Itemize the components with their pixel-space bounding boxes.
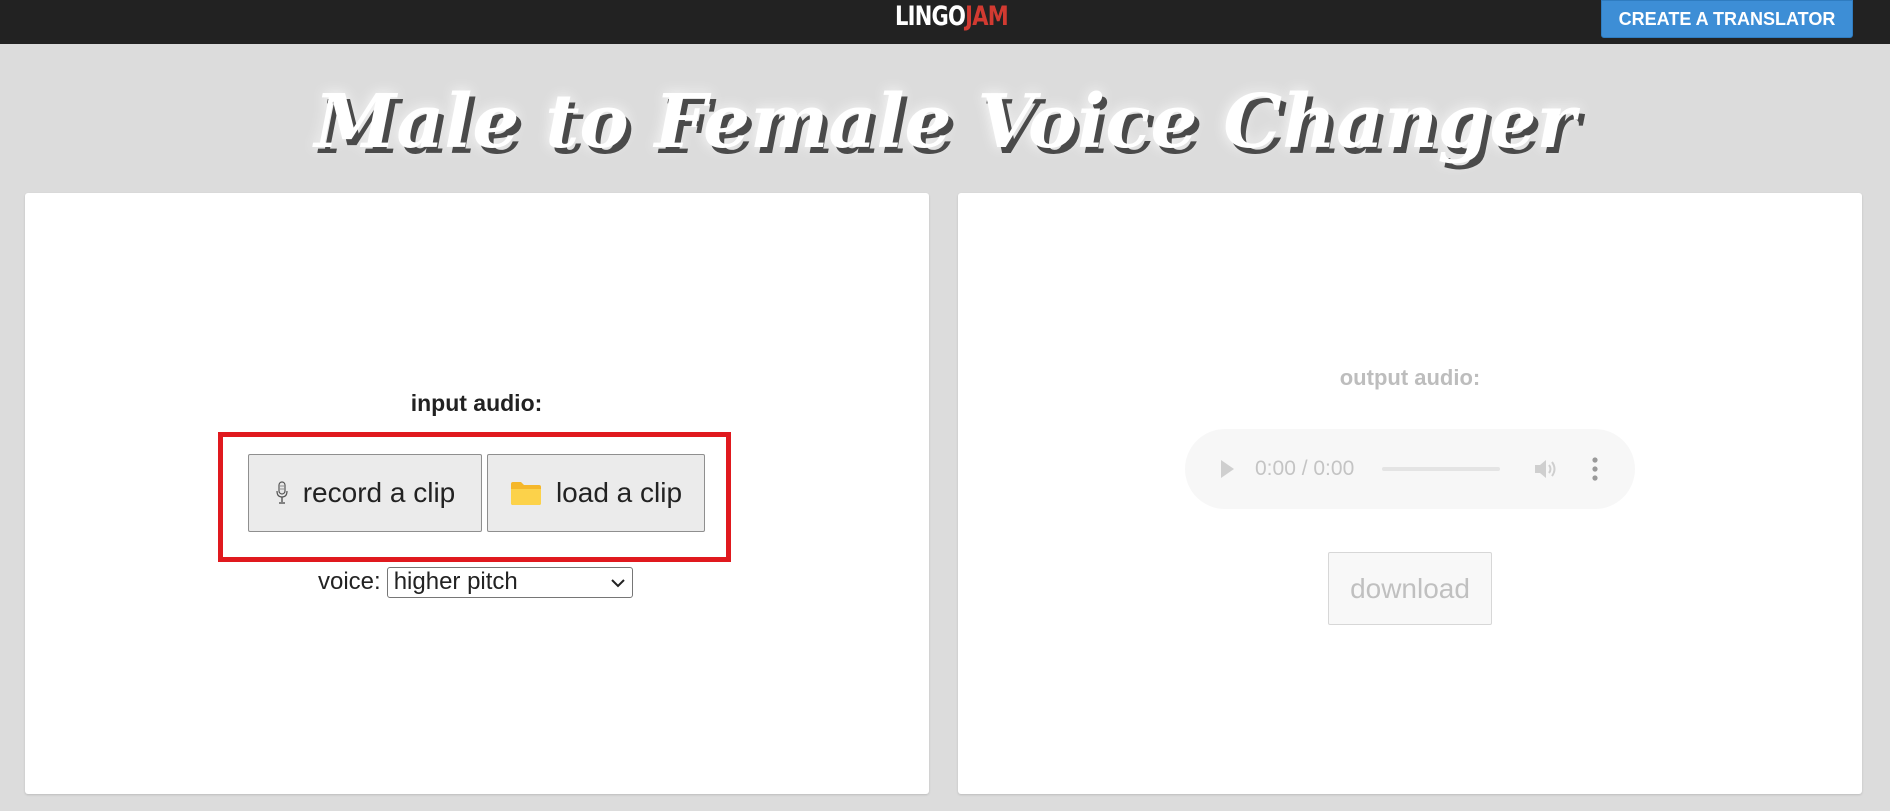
- record-clip-button[interactable]: record a clip: [248, 454, 482, 532]
- folder-icon: [510, 480, 542, 506]
- voice-selected-value: higher pitch: [393, 568, 518, 595]
- top-bar: LINGOJAM CREATE A TRANSLATOR: [0, 0, 1890, 44]
- logo-text-lingo: LINGO: [895, 1, 966, 32]
- download-button[interactable]: download: [1328, 552, 1492, 625]
- output-audio-label: output audio:: [1339, 365, 1481, 390]
- record-clip-label: record a clip: [302, 477, 456, 508]
- more-vertical-icon[interactable]: [1591, 456, 1599, 487]
- audio-progress-track[interactable]: [1382, 467, 1500, 471]
- chevron-down-icon: [610, 568, 626, 596]
- create-translator-button[interactable]: CREATE A TRANSLATOR: [1601, 0, 1853, 38]
- audio-player[interactable]: 0:00 / 0:00: [1185, 429, 1635, 509]
- volume-icon[interactable]: [1533, 457, 1559, 486]
- play-icon[interactable]: [1219, 459, 1235, 484]
- input-audio-label: input audio:: [410, 390, 543, 416]
- voice-label: voice:: [318, 568, 381, 595]
- audio-time: 0:00 / 0:00: [1255, 457, 1355, 480]
- voice-row: voice: higher pitch: [318, 566, 633, 598]
- microphone-icon: [275, 481, 289, 505]
- voice-select[interactable]: higher pitch: [386, 566, 633, 598]
- lingojam-logo[interactable]: LINGOJAM: [895, 0, 1009, 34]
- logo-text-jam: JAM: [965, 1, 1009, 32]
- load-clip-button[interactable]: load a clip: [487, 454, 705, 532]
- load-clip-label: load a clip: [555, 477, 683, 508]
- page-title: Male to Female Voice Changer: [314, 79, 1576, 165]
